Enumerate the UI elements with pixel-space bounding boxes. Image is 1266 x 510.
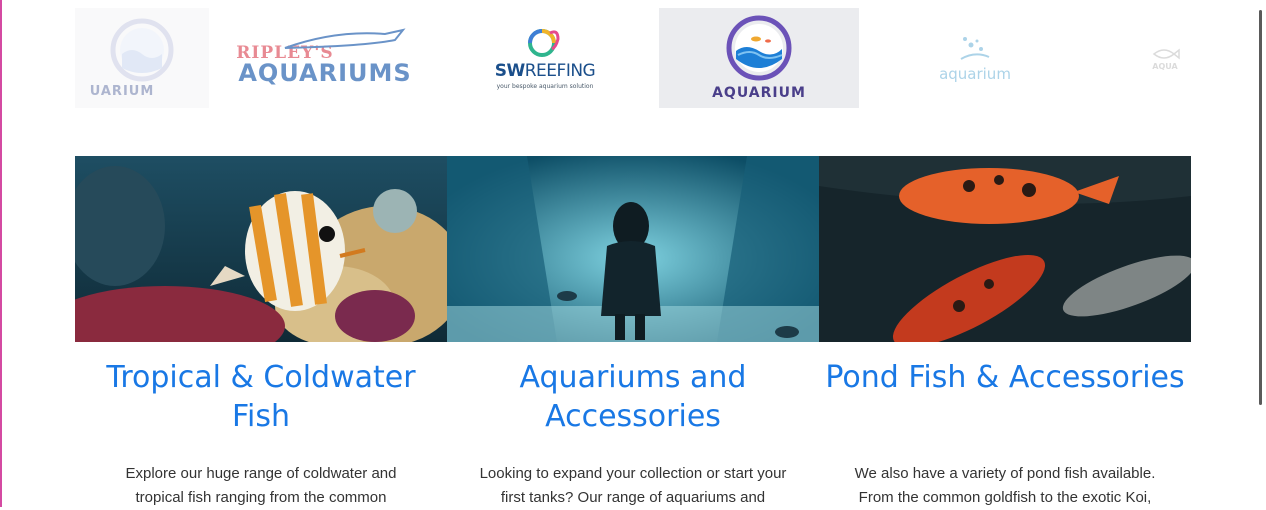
aquarium-emblem-icon	[110, 18, 174, 81]
card-tropical-fish-image[interactable]	[75, 156, 447, 342]
card-pond-title[interactable]: Pond Fish & Accessories	[819, 358, 1191, 397]
logo-aquarium-faded-left[interactable]: UARIUM	[75, 8, 209, 108]
logo-swreefing-text-reefing: REEFING	[524, 60, 596, 81]
logo-aquarium-light[interactable]: aquarium	[910, 8, 1040, 108]
logo-ripleys-aquariums[interactable]: RIPLEY'S AQUARIUMS	[235, 8, 415, 108]
card-pond-description: We also have a variety of pond fish avai…	[854, 465, 1156, 506]
logo-swreefing-tagline: your bespoke aquarium solution	[496, 82, 594, 90]
card-koi-pond-image[interactable]	[819, 156, 1191, 342]
card-aquariums-description: Looking to expand your collection or sta…	[479, 465, 787, 506]
card-tropical-coldwater-fish[interactable]: Tropical & Coldwater Fish Explore our hu…	[75, 156, 447, 507]
logo-aquarium-light-text: aquarium	[939, 65, 1011, 83]
logo-aquarium-faded-left-text: UARIUM	[89, 83, 155, 99]
logo-swreefing-text: SWREEFING	[494, 60, 596, 81]
logo-aquarium-main[interactable]: AQUARIUM	[659, 8, 859, 108]
logo-swreefing-text-sw: SW	[494, 60, 526, 81]
logo-aquarium-faded-right[interactable]: AQUA	[1140, 8, 1190, 108]
logo-aquarium-faded-right-text: AQUA	[1152, 61, 1178, 71]
card-tropical-title[interactable]: Tropical & Coldwater Fish	[75, 358, 447, 436]
logo-ripleys-main-text: AQUARIUMS	[238, 59, 412, 87]
scrollbar[interactable]	[1259, 10, 1262, 405]
card-tropical-description: Explore our huge range of coldwater and …	[125, 465, 397, 506]
category-cards: Tropical & Coldwater Fish Explore our hu…	[75, 156, 1191, 507]
bubbles-icon	[960, 37, 990, 60]
page-frame-edge	[0, 0, 2, 507]
card-aquariums-accessories[interactable]: Aquariums and Accessories Looking to exp…	[447, 156, 819, 507]
partner-logo-carousel: UARIUM RIPLEY'S AQUARIUMS SWREEFING your…	[75, 8, 1191, 108]
swreefing-emblem-icon	[528, 28, 560, 57]
card-aquarium-tunnel-image[interactable]	[447, 156, 819, 342]
card-pond-fish-accessories[interactable]: Pond Fish & Accessories We also have a v…	[819, 156, 1191, 507]
logo-swreefing[interactable]: SWREEFING your bespoke aquarium solution	[475, 8, 615, 108]
logo-aquarium-main-text: AQUARIUM	[712, 85, 806, 101]
aquarium-emblem-icon	[726, 15, 792, 81]
shark-icon	[284, 28, 406, 49]
fish-outline-icon	[1152, 47, 1180, 60]
card-aquariums-title[interactable]: Aquariums and Accessories	[447, 358, 819, 436]
